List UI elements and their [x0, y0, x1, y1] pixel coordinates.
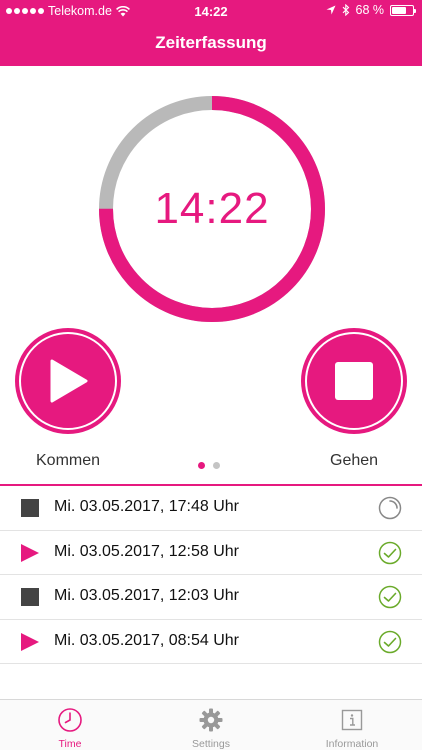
list-item[interactable]: Mi. 03.05.2017, 17:48 Uhr [0, 486, 422, 531]
location-arrow-icon [326, 5, 335, 15]
time-entries-list: Mi. 03.05.2017, 17:48 Uhr Mi. 03.05.2017… [0, 486, 422, 664]
kommen-label: Kommen [36, 452, 101, 469]
status-bar: Telekom.de 14:22 68 % [0, 0, 422, 22]
tab-bar: Time Settings Information [0, 699, 422, 750]
gear-icon [199, 708, 223, 732]
current-time-display: 14:22 [154, 184, 270, 233]
page-title: Zeiterfassung [155, 33, 267, 52]
battery-icon [390, 4, 416, 16]
stop-icon [21, 588, 39, 606]
list-item[interactable]: Mi. 03.05.2017, 12:58 Uhr [0, 531, 422, 575]
gehen-button[interactable] [301, 328, 407, 434]
kommen-button[interactable] [15, 328, 121, 434]
bluetooth-icon [342, 4, 349, 16]
pending-icon [378, 496, 402, 520]
entry-datetime: Mi. 03.05.2017, 12:03 Uhr [54, 587, 240, 604]
entry-datetime: Mi. 03.05.2017, 08:54 Uhr [54, 631, 240, 649]
page-dot[interactable] [213, 462, 220, 469]
tab-label: Settings [192, 738, 230, 750]
checkmark-icon [378, 541, 402, 564]
play-icon [50, 359, 88, 403]
list-item[interactable]: Mi. 03.05.2017, 08:54 Uhr [0, 620, 422, 664]
app-header: Telekom.de 14:22 68 % Zeiterfassung [0, 0, 422, 66]
tab-time[interactable]: Time [0, 700, 140, 750]
clock-icon [58, 708, 82, 732]
gehen-label: Gehen [330, 452, 379, 469]
checkmark-icon [378, 630, 402, 653]
page-indicator[interactable] [198, 462, 220, 469]
tab-settings[interactable]: Settings [141, 700, 281, 750]
tab-information[interactable]: Information [282, 700, 422, 750]
tab-label: Information [325, 738, 379, 750]
entry-datetime: Mi. 03.05.2017, 12:58 Uhr [54, 542, 240, 560]
page-dot[interactable] [198, 462, 205, 469]
play-icon [21, 632, 39, 651]
list-item[interactable]: Mi. 03.05.2017, 12:03 Uhr [0, 575, 422, 620]
battery-percent: 68 % [355, 3, 385, 17]
stop-icon [335, 362, 373, 400]
checkmark-icon [378, 585, 402, 609]
play-icon [21, 543, 39, 562]
entry-datetime: Mi. 03.05.2017, 17:48 Uhr [54, 498, 240, 515]
tab-label: Time [58, 738, 82, 750]
status-right: 68 % [326, 3, 416, 17]
stop-icon [21, 499, 39, 517]
info-icon [341, 709, 363, 731]
